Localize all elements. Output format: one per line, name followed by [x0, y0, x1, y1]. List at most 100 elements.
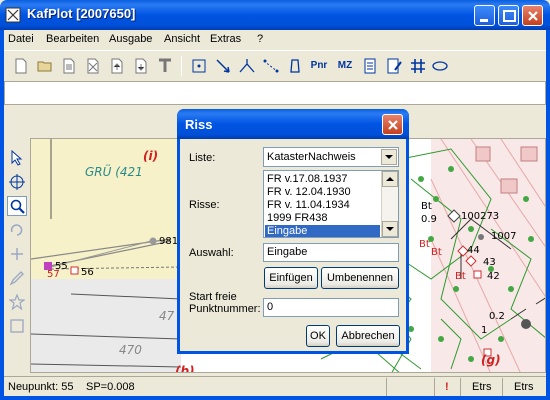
- status-divider: [386, 378, 387, 396]
- status-sp: SP=0.008: [86, 381, 135, 393]
- map-label-bt-4: Bt: [455, 271, 466, 282]
- einfuegen-button[interactable]: Einfügen: [264, 267, 318, 289]
- point-tool-button[interactable]: [188, 55, 210, 77]
- status-neupunkt: Neupunkt: 55: [8, 381, 74, 393]
- left-tool-strip: [4, 138, 30, 373]
- scroll-down-icon[interactable]: [382, 221, 398, 237]
- liste-label: Liste:: [189, 152, 216, 164]
- status-divider: [460, 378, 461, 396]
- parcel-tool-button[interactable]: [284, 55, 306, 77]
- risse-item[interactable]: FR v.17.08.1937: [267, 173, 348, 186]
- map-label-0-2: 0.2: [489, 311, 505, 322]
- risse-item-selected[interactable]: Eingabe: [265, 225, 380, 237]
- risse-listbox[interactable]: FR v.17.08.1937 FR v. 12.04.1930 FR v. 1…: [263, 170, 399, 238]
- map-label-b: (b): [175, 364, 195, 373]
- select-pointer-tool[interactable]: [7, 148, 27, 168]
- menu-datei[interactable]: Datei: [8, 33, 34, 45]
- open-folder-button[interactable]: [34, 55, 56, 77]
- status-etrs-1: Etrs: [472, 381, 492, 393]
- map-label-100273: 100273: [461, 211, 500, 222]
- map-label-0-9: 0.9: [421, 214, 437, 225]
- dialog-body: Liste: KatasterNachweis Risse: FR v.17.0…: [180, 139, 406, 351]
- risse-scrollbar[interactable]: [381, 171, 398, 237]
- text-tool-button[interactable]: [154, 55, 176, 77]
- umbenennen-button[interactable]: Umbenennen: [321, 267, 399, 289]
- map-label-bt-1: Bt: [421, 201, 432, 212]
- pan-tool[interactable]: [7, 244, 27, 264]
- dialog-close-button[interactable]: [382, 114, 403, 135]
- mz-button[interactable]: MZ: [333, 55, 357, 77]
- minimize-button[interactable]: [474, 5, 495, 26]
- chevron-down-icon[interactable]: [381, 149, 397, 165]
- auswahl-input[interactable]: Eingabe: [263, 243, 399, 262]
- import-file-button[interactable]: [130, 55, 152, 77]
- map-label-bt-2: Bt: [419, 239, 430, 250]
- dialog-title: Riss: [185, 117, 213, 132]
- risse-label: Risse:: [189, 199, 220, 211]
- menu-bearbeiten[interactable]: Bearbeiten: [46, 33, 99, 45]
- edit-document-button[interactable]: [383, 55, 405, 77]
- map-label-i: (i): [143, 149, 159, 163]
- menu-ausgabe[interactable]: Ausgabe: [109, 33, 152, 45]
- map-label-57: 57: [47, 269, 60, 280]
- maximize-button[interactable]: [498, 5, 519, 26]
- close-button[interactable]: [522, 5, 543, 26]
- new-file-button[interactable]: [10, 55, 32, 77]
- star-tool[interactable]: [7, 292, 27, 312]
- map-label-1007: 1007: [491, 231, 517, 242]
- measure-line-button[interactable]: [260, 55, 282, 77]
- map-label-47: 47: [159, 309, 175, 323]
- coordinate-input[interactable]: [4, 81, 546, 105]
- abbrechen-button[interactable]: Abbrechen: [336, 325, 400, 347]
- status-bar: Neupunkt: 55 SP=0.008 ! Etrs Etrs: [4, 376, 546, 396]
- scroll-up-icon[interactable]: [382, 171, 398, 187]
- map-label-42: 42: [487, 271, 500, 282]
- document-tool-button[interactable]: [359, 55, 381, 77]
- ok-button[interactable]: OK: [306, 325, 330, 347]
- pnr-button[interactable]: Pnr: [306, 55, 332, 77]
- risse-item[interactable]: FR v. 11.04.1934: [267, 199, 350, 212]
- menu-help[interactable]: ?: [257, 33, 263, 45]
- auswahl-label: Auswahl:: [189, 247, 234, 259]
- risse-item[interactable]: 1999 FR438: [267, 212, 328, 225]
- map-label-43: 43: [483, 257, 496, 268]
- status-etrs-2: Etrs: [514, 381, 534, 393]
- start-punktnummer-value: 0: [267, 301, 274, 313]
- grid-toggle-button[interactable]: [407, 55, 429, 77]
- toolbar: Pnr MZ: [4, 50, 546, 80]
- kafplot-app-icon: [5, 7, 21, 23]
- map-label-981: 981: [159, 236, 179, 247]
- zoom-tool[interactable]: [7, 196, 27, 216]
- menu-bar: Datei Bearbeiten Ausgabe Ansicht Extras …: [4, 30, 546, 50]
- status-divider: [502, 378, 503, 396]
- map-label-56: 56: [81, 267, 94, 278]
- liste-dropdown[interactable]: KatasterNachweis: [263, 147, 399, 167]
- auswahl-value: Eingabe: [267, 246, 308, 258]
- riss-dialog: Riss Liste: KatasterNachweis Risse: FR v…: [177, 109, 409, 354]
- map-label-g: (g): [481, 353, 501, 367]
- menu-ansicht[interactable]: Ansicht: [164, 33, 200, 45]
- dialog-title-bar: Riss: [177, 109, 409, 139]
- rectangle-tool[interactable]: [7, 316, 27, 336]
- crosshair-tool[interactable]: [7, 172, 27, 192]
- window-frame-bottom: [0, 396, 550, 400]
- risse-item[interactable]: FR v. 12.04.1930: [267, 186, 351, 199]
- window-title: KafPlot [2007650]: [27, 6, 136, 21]
- pencil-tool[interactable]: [7, 268, 27, 288]
- window-frame-right: [546, 30, 550, 400]
- rotate-tool[interactable]: [7, 220, 27, 240]
- ellipse-tool-button[interactable]: [429, 55, 451, 77]
- map-label-44: 44: [467, 245, 480, 256]
- export-file-button[interactable]: [106, 55, 128, 77]
- map-label-gru: GRÜ (421: [85, 165, 143, 179]
- angle-tool-button[interactable]: [236, 55, 258, 77]
- delete-file-button[interactable]: [82, 55, 104, 77]
- start-label-line2: Punktnummer:: [189, 303, 261, 315]
- arrow-tool-button[interactable]: [212, 55, 234, 77]
- start-label-line1: Start freie: [189, 291, 237, 303]
- menu-extras[interactable]: Extras: [210, 33, 241, 45]
- file-list-button[interactable]: [58, 55, 80, 77]
- title-bar: KafPlot [2007650]: [0, 0, 550, 30]
- start-punktnummer-input[interactable]: 0: [263, 298, 399, 317]
- map-label-bt-3: Bt: [431, 247, 442, 258]
